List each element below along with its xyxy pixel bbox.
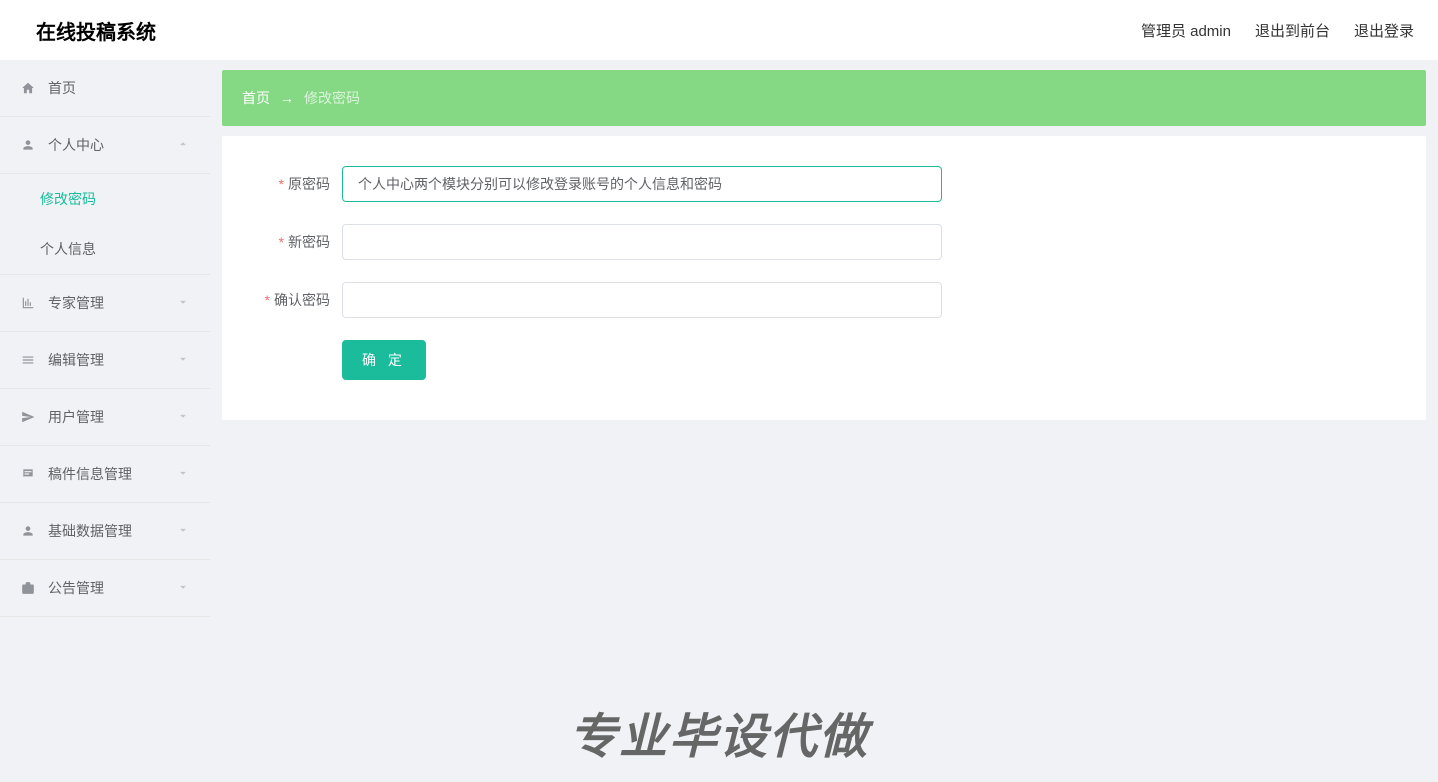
new-password-input[interactable] xyxy=(342,224,942,260)
admin-label[interactable]: 管理员 admin xyxy=(1141,20,1231,41)
settings-icon xyxy=(20,352,36,368)
confirm-password-label: *确认密码 xyxy=(242,290,342,310)
sidebar-subitem-change-password[interactable]: 修改密码 xyxy=(0,174,210,224)
chevron-down-icon xyxy=(176,352,190,369)
breadcrumb: 首页 → 修改密码 xyxy=(222,70,1426,126)
sidebar: 首页 个人中心 修改密码 个人信息 专家管理 xyxy=(0,60,210,782)
sidebar-item-user[interactable]: 用户管理 xyxy=(0,389,210,446)
sidebar-item-home[interactable]: 首页 xyxy=(0,60,210,117)
form-row-new-password: *新密码 xyxy=(242,224,1406,260)
user-icon xyxy=(20,137,36,153)
header-actions: 管理员 admin 退出到前台 退出登录 xyxy=(1141,20,1414,41)
form-panel: *原密码 *新密码 *确认密码 确 定 xyxy=(222,136,1426,420)
sidebar-label: 用户管理 xyxy=(48,407,104,427)
old-password-label: *原密码 xyxy=(242,174,342,194)
home-icon xyxy=(20,80,36,96)
app-logo: 在线投稿系统 xyxy=(24,16,156,45)
chevron-up-icon xyxy=(176,137,190,154)
sidebar-label: 编辑管理 xyxy=(48,350,104,370)
confirm-password-input[interactable] xyxy=(342,282,942,318)
sidebar-label: 个人中心 xyxy=(48,135,104,155)
sidebar-label: 首页 xyxy=(48,78,76,98)
sidebar-item-notice[interactable]: 公告管理 xyxy=(0,560,210,617)
breadcrumb-separator: → xyxy=(280,90,294,106)
required-mark: * xyxy=(279,234,284,250)
sidebar-item-expert[interactable]: 专家管理 xyxy=(0,275,210,332)
chevron-down-icon xyxy=(176,409,190,426)
submit-button[interactable]: 确 定 xyxy=(342,340,426,380)
sidebar-item-personal[interactable]: 个人中心 xyxy=(0,117,210,174)
breadcrumb-home[interactable]: 首页 xyxy=(242,88,270,108)
form-row-confirm-password: *确认密码 xyxy=(242,282,1406,318)
chevron-down-icon xyxy=(176,580,190,597)
sidebar-item-edit[interactable]: 编辑管理 xyxy=(0,332,210,389)
logout-link[interactable]: 退出登录 xyxy=(1354,20,1414,41)
old-password-input[interactable] xyxy=(342,166,942,202)
sidebar-label: 基础数据管理 xyxy=(48,521,132,541)
sidebar-label: 公告管理 xyxy=(48,578,104,598)
send-icon xyxy=(20,409,36,425)
form-row-old-password: *原密码 xyxy=(242,166,1406,202)
submenu-personal: 修改密码 个人信息 xyxy=(0,174,210,275)
required-mark: * xyxy=(265,292,270,308)
header: 在线投稿系统 管理员 admin 退出到前台 退出登录 xyxy=(0,0,1438,60)
sidebar-label: 专家管理 xyxy=(48,293,104,313)
new-password-label: *新密码 xyxy=(242,232,342,252)
main-content: 首页 → 修改密码 *原密码 *新密码 *确认密码 xyxy=(210,60,1438,782)
exit-front-link[interactable]: 退出到前台 xyxy=(1255,20,1330,41)
message-icon xyxy=(20,466,36,482)
watermark: 专业毕设代做 xyxy=(569,697,869,767)
chevron-down-icon xyxy=(176,466,190,483)
required-mark: * xyxy=(279,176,284,192)
chevron-down-icon xyxy=(176,523,190,540)
sidebar-item-manuscript[interactable]: 稿件信息管理 xyxy=(0,446,210,503)
sidebar-label: 稿件信息管理 xyxy=(48,464,132,484)
person-icon xyxy=(20,523,36,539)
breadcrumb-current: 修改密码 xyxy=(304,88,360,108)
chevron-down-icon xyxy=(176,295,190,312)
sidebar-item-basedata[interactable]: 基础数据管理 xyxy=(0,503,210,560)
chart-icon xyxy=(20,295,36,311)
briefcase-icon xyxy=(20,580,36,596)
sidebar-subitem-personal-info[interactable]: 个人信息 xyxy=(0,224,210,274)
container: 首页 个人中心 修改密码 个人信息 专家管理 xyxy=(0,60,1438,782)
